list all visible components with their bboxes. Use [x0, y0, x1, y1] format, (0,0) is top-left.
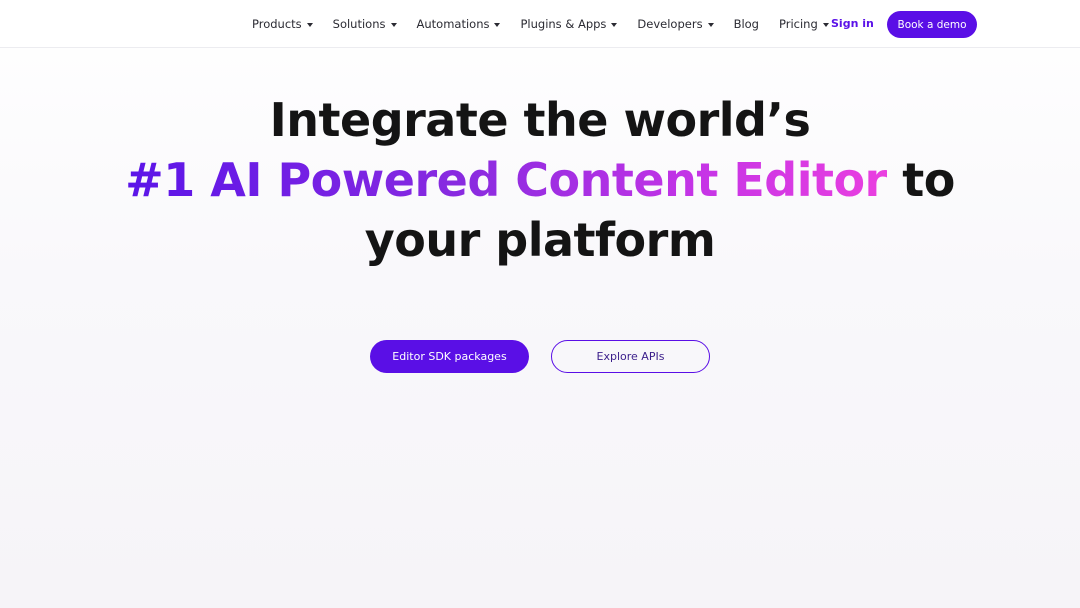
- hero-heading: Integrate the world’s #1 AI Powered Cont…: [0, 90, 1080, 270]
- nav-item-pricing[interactable]: Pricing: [779, 17, 829, 31]
- hero-line-3: your platform: [364, 213, 716, 267]
- main-nav: Products Solutions Automations Plugins &…: [252, 0, 849, 48]
- hero-line-2-rest: to: [886, 153, 955, 207]
- sign-in-link[interactable]: Sign in: [831, 17, 874, 30]
- explore-apis-button[interactable]: Explore APIs: [551, 340, 710, 373]
- nav-item-automations[interactable]: Automations: [417, 17, 501, 31]
- hero-highlight-text: #1 AI Powered Content Editor: [125, 153, 887, 207]
- nav-item-label: Automations: [416, 17, 490, 31]
- nav-item-solutions[interactable]: Solutions: [333, 17, 397, 31]
- caret-down-icon: [390, 22, 397, 27]
- editor-sdk-packages-button[interactable]: Editor SDK packages: [370, 340, 529, 373]
- book-demo-button[interactable]: Book a demo: [887, 11, 977, 38]
- top-navigation-bar: Products Solutions Automations Plugins &…: [0, 0, 1080, 48]
- nav-item-plugins-apps[interactable]: Plugins & Apps: [520, 17, 618, 31]
- caret-down-icon: [822, 22, 829, 27]
- nav-item-label: Products: [252, 17, 302, 31]
- caret-down-icon: [707, 22, 714, 27]
- nav-item-label: Solutions: [332, 17, 386, 31]
- caret-down-icon: [494, 22, 501, 27]
- nav-item-developers[interactable]: Developers: [637, 17, 714, 31]
- nav-item-blog[interactable]: Blog: [734, 17, 759, 31]
- nav-item-products[interactable]: Products: [252, 17, 313, 31]
- nav-item-label: Plugins & Apps: [520, 17, 607, 31]
- caret-down-icon: [306, 22, 313, 27]
- hero-line-2: #1 AI Powered Content Editor to: [0, 150, 1080, 210]
- hero-line-1: Integrate the world’s: [269, 93, 811, 147]
- nav-item-label: Blog: [733, 17, 759, 31]
- caret-down-icon: [611, 22, 618, 27]
- nav-item-label: Pricing: [778, 17, 818, 31]
- nav-item-label: Developers: [637, 17, 703, 31]
